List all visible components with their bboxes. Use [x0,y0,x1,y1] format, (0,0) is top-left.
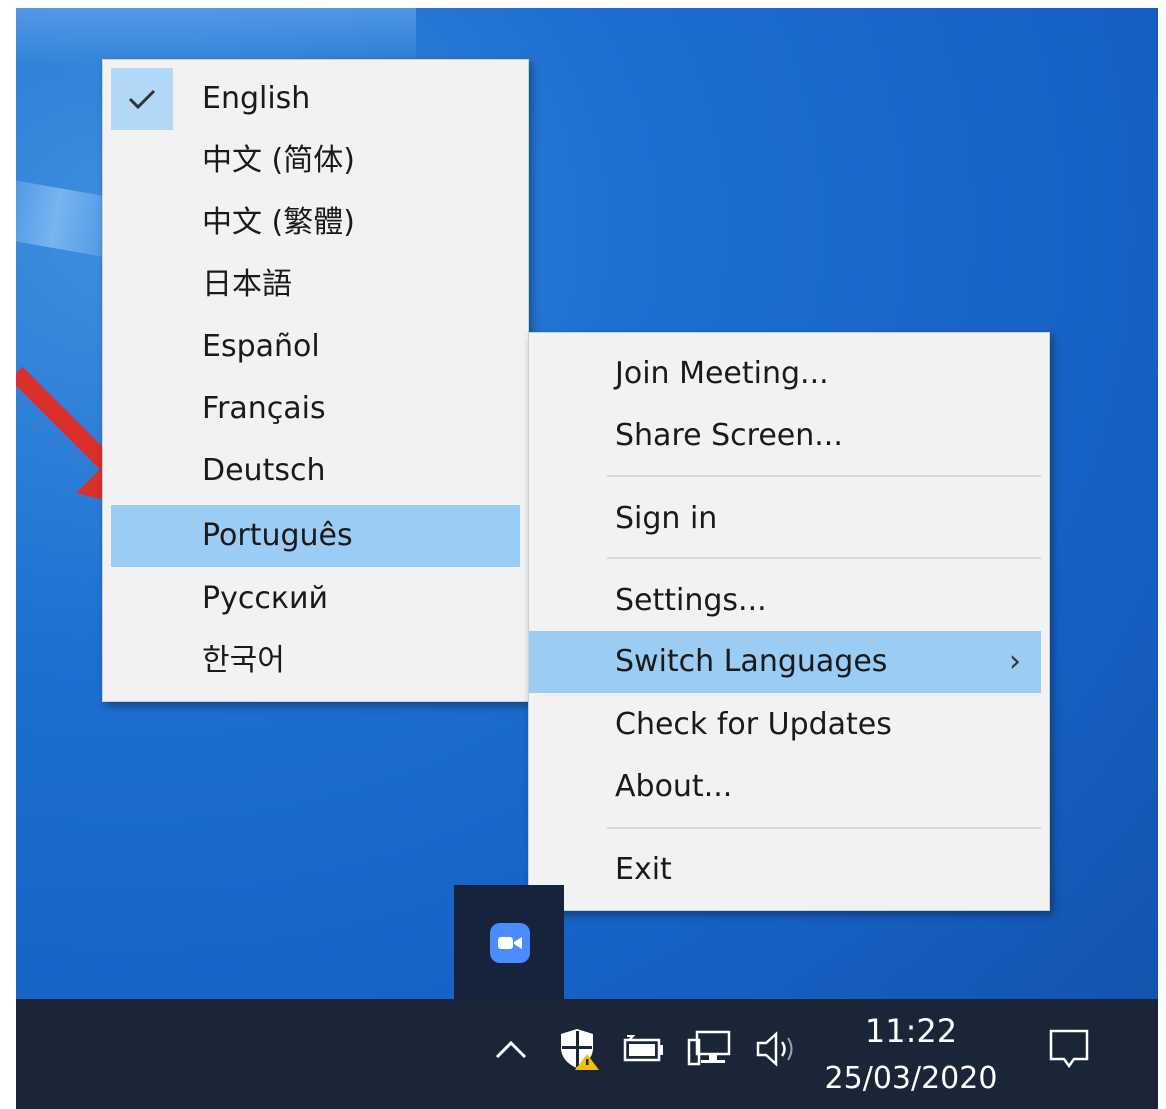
menu-item-sign-in[interactable]: Sign in [529,488,1041,550]
desktop: English 中文 (简体) 中文 (繁體) 日本語 Español Fran… [16,8,1158,1109]
menu-item-check-updates[interactable]: Check for Updates [529,694,1041,756]
tray-context-menu: Join Meeting... Share Screen... Sign in … [528,332,1050,911]
language-label: 中文 (简体) [202,143,355,178]
chevron-up-icon[interactable] [486,1024,536,1074]
language-label: Português [202,518,353,553]
tray-overflow-area [454,885,564,1007]
menu-item-label: Settings... [615,583,767,618]
language-item-spanish[interactable]: Español [111,316,520,378]
menu-separator [607,827,1041,829]
menu-item-join-meeting[interactable]: Join Meeting... [529,343,1041,405]
chevron-right-icon: › [1009,644,1021,679]
volume-icon[interactable] [751,1024,801,1074]
language-label: Español [202,329,320,364]
menu-item-label: Sign in [615,501,718,536]
menu-separator [607,557,1041,559]
menu-item-share-screen[interactable]: Share Screen... [529,405,1041,467]
menu-item-exit[interactable]: Exit [529,839,1041,901]
language-label: Deutsch [202,453,326,488]
menu-item-label: Join Meeting... [615,356,829,391]
language-label: English [202,81,311,116]
menu-item-label: About... [615,769,733,804]
language-item-japanese[interactable]: 日本語 [111,254,520,316]
menu-item-settings[interactable]: Settings... [529,570,1041,632]
zoom-tray-icon[interactable] [490,923,530,963]
language-label: 日本語 [202,267,292,302]
check-icon [111,68,173,130]
network-icon[interactable] [686,1024,736,1074]
security-shield-icon[interactable] [554,1024,604,1074]
language-item-russian[interactable]: Русский [111,568,520,630]
menu-item-label: Switch Languages [615,644,888,679]
menu-separator [607,475,1041,477]
language-item-chinese-traditional[interactable]: 中文 (繁體) [111,192,520,254]
language-item-chinese-simplified[interactable]: 中文 (简体) [111,130,520,192]
language-label: Русский [202,581,328,616]
menu-item-about[interactable]: About... [529,756,1041,818]
language-item-korean[interactable]: 한국어 [111,630,520,692]
taskbar: 11:22 25/03/2020 [16,999,1158,1109]
menu-item-label: Share Screen... [615,418,843,453]
language-label: 中文 (繁體) [202,205,355,240]
language-item-portuguese[interactable]: Português [111,505,520,567]
menu-item-label: Exit [615,852,672,887]
language-label: Français [202,391,326,426]
battery-icon[interactable] [619,1024,669,1074]
clock-time: 11:22 [864,1012,958,1050]
language-item-french[interactable]: Français [111,378,520,440]
language-item-german[interactable]: Deutsch [111,440,520,502]
language-label: 한국어 [202,643,285,678]
clock-date: 25/03/2020 [824,1061,998,1096]
language-item-english[interactable]: English [111,68,520,130]
menu-item-label: Check for Updates [615,707,892,742]
notification-icon[interactable] [1044,1024,1094,1074]
menu-item-switch-languages[interactable]: Switch Languages › [529,631,1041,693]
taskbar-clock[interactable]: 11:22 25/03/2020 [821,1007,1001,1103]
language-submenu: English 中文 (简体) 中文 (繁體) 日本語 Español Fran… [102,59,529,702]
